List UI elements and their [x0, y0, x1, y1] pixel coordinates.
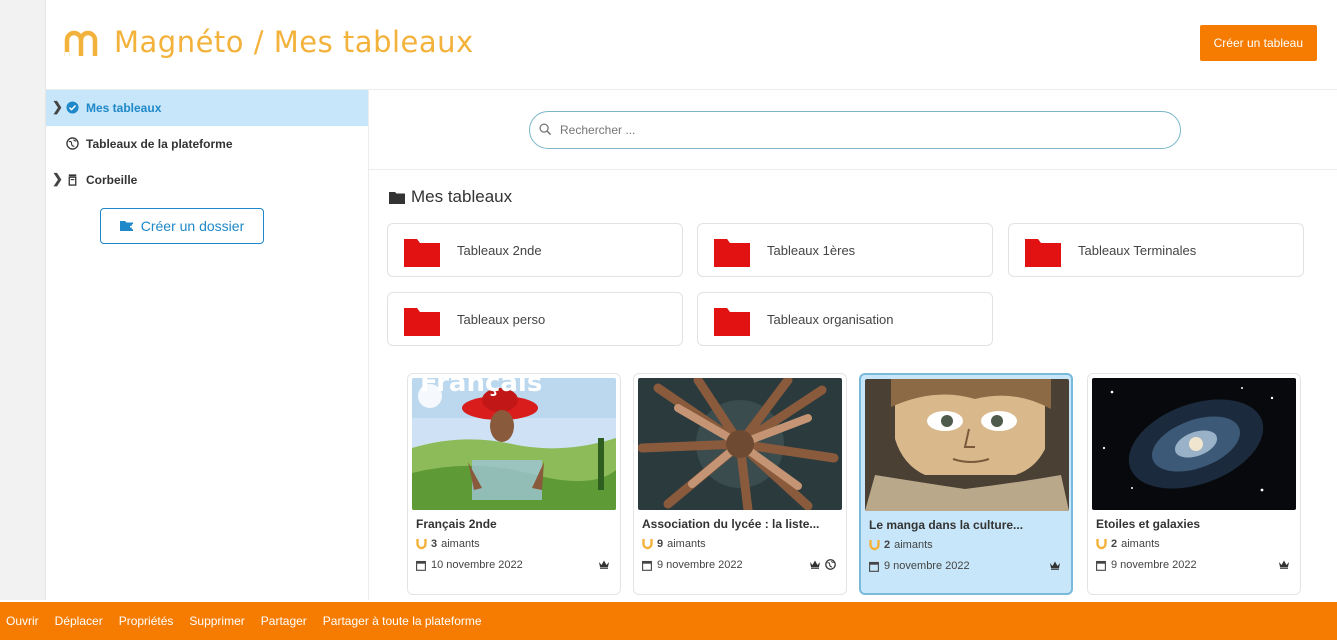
- folder-card[interactable]: Tableaux Terminales: [1008, 223, 1304, 277]
- magnet-label: aimants: [667, 538, 706, 550]
- board-magnets: 3 aimants: [416, 538, 480, 550]
- board-date: 10 novembre 2022: [416, 559, 523, 571]
- folder-icon: [404, 308, 440, 336]
- board-date: 9 novembre 2022: [869, 560, 970, 572]
- create-folder-button[interactable]: Créer un dossier: [100, 208, 264, 244]
- magnet-icon: [416, 539, 427, 550]
- trash-icon: [68, 174, 77, 186]
- globe-icon: [66, 137, 79, 150]
- crown-icon: [1050, 561, 1060, 570]
- app-window: Magnéto / Mes tableaux Créer un tableau …: [46, 0, 1337, 600]
- magnet-icon: [869, 540, 880, 551]
- search-area: [369, 90, 1337, 170]
- folder-label: Tableaux 1ères: [767, 243, 856, 258]
- chevron-right-icon[interactable]: ❯: [52, 171, 63, 187]
- sidebar-item-tableaux-plateforme[interactable]: Tableaux de la plateforme: [46, 126, 368, 162]
- folder-icon: [714, 239, 750, 267]
- page-title: Magnéto / Mes tableaux: [114, 25, 474, 59]
- magnet-icon: [1096, 539, 1107, 550]
- globe-icon: [825, 559, 836, 570]
- board-icons: [809, 559, 836, 570]
- folder-card[interactable]: Tableaux organisation: [697, 292, 993, 346]
- magnet-count: 9: [657, 538, 664, 550]
- folder-card[interactable]: Tableaux perso: [387, 292, 683, 346]
- action-properties[interactable]: Propriétés: [119, 614, 174, 628]
- board-magnets: 2 aimants: [1096, 538, 1160, 550]
- magnet-label: aimants: [1121, 538, 1160, 550]
- calendar-icon: [869, 561, 879, 572]
- left-edge-strip: [0, 0, 46, 600]
- header: Magnéto / Mes tableaux Créer un tableau: [46, 0, 1337, 90]
- sidebar-item-corbeille[interactable]: ❯ Corbeille: [46, 162, 368, 198]
- board-thumbnail: [1092, 378, 1296, 510]
- folder-label: Tableaux Terminales: [1078, 243, 1197, 258]
- folder-icon: [404, 239, 440, 267]
- action-move[interactable]: Déplacer: [55, 614, 103, 628]
- section-title-text: Mes tableaux: [411, 187, 513, 206]
- folder-icon: [389, 191, 405, 204]
- calendar-icon: [1096, 560, 1106, 571]
- board-card[interactable]: Etoiles et galaxies 2 aimants 9 novembre…: [1087, 373, 1301, 595]
- board-card[interactable]: Français Français 2nde 3 aimants 10 nove…: [407, 373, 621, 595]
- calendar-icon: [416, 560, 426, 571]
- chevron-right-icon[interactable]: ❯: [52, 99, 63, 115]
- board-thumbnail: [638, 378, 842, 510]
- board-card-selected[interactable]: Le manga dans la culture... 2 aimants 9 …: [859, 373, 1073, 595]
- board-title: Association du lycée : la liste...: [642, 517, 820, 531]
- board-icons: [1278, 559, 1290, 569]
- calendar-icon: [642, 560, 652, 571]
- board-title: Le manga dans la culture...: [869, 518, 1024, 532]
- action-share[interactable]: Partager: [261, 614, 307, 628]
- section-title: Mes tableaux: [389, 187, 512, 207]
- board-date-text: 9 novembre 2022: [884, 560, 970, 572]
- sidebar-item-mes-tableaux[interactable]: ❯ Mes tableaux: [46, 90, 368, 126]
- board-thumbnail: [865, 379, 1069, 511]
- board-magnets: 9 aimants: [642, 538, 706, 550]
- board-magnets: 2 aimants: [869, 539, 933, 551]
- folder-card[interactable]: Tableaux 2nde: [387, 223, 683, 277]
- sidebar-item-label: Corbeille: [86, 173, 138, 187]
- board-date: 9 novembre 2022: [1096, 559, 1197, 571]
- board-title: Etoiles et galaxies: [1096, 517, 1201, 531]
- folder-icon: [1025, 239, 1061, 267]
- board-date: 9 novembre 2022: [642, 559, 743, 571]
- board-date-text: 9 novembre 2022: [657, 559, 743, 571]
- action-delete[interactable]: Supprimer: [189, 614, 244, 628]
- create-folder-label: Créer un dossier: [140, 218, 245, 234]
- magnet-count: 3: [431, 538, 438, 550]
- sidebar: ❯ Mes tableaux Tableaux de la plateforme…: [46, 90, 369, 600]
- crown-icon: [810, 560, 820, 569]
- board-date-text: 9 novembre 2022: [1111, 559, 1197, 571]
- folder-label: Tableaux organisation: [767, 312, 894, 327]
- action-share-platform[interactable]: Partager à toute la plateforme: [323, 614, 482, 628]
- magnet-label: aimants: [894, 539, 933, 551]
- action-bar: Ouvrir Déplacer Propriétés Supprimer Par…: [0, 602, 1337, 640]
- thumbnail-cover-text: Français: [420, 373, 543, 398]
- check-circle-icon: [66, 101, 79, 114]
- folder-label: Tableaux perso: [457, 312, 546, 327]
- crown-icon: [1279, 560, 1289, 569]
- folder-plus-icon: [119, 221, 135, 231]
- magnet-count: 2: [1111, 538, 1118, 550]
- board-icons: [598, 559, 610, 569]
- sidebar-item-label: Tableaux de la plateforme: [86, 137, 233, 151]
- magnet-label: aimants: [441, 538, 480, 550]
- main-content: Mes tableaux Tableaux 2nde Tableaux 1ère…: [369, 90, 1337, 600]
- magnet-icon: [642, 539, 653, 550]
- search-input[interactable]: [529, 111, 1181, 149]
- board-date-text: 10 novembre 2022: [431, 559, 523, 571]
- folder-label: Tableaux 2nde: [457, 243, 542, 258]
- board-title: Français 2nde: [416, 517, 497, 531]
- search-icon: [539, 123, 552, 136]
- magnet-count: 2: [884, 539, 891, 551]
- crown-icon: [599, 560, 609, 569]
- board-card[interactable]: Association du lycée : la liste... 9 aim…: [633, 373, 847, 595]
- folder-icon: [714, 308, 750, 336]
- board-icons: [1049, 560, 1061, 570]
- sidebar-item-label: Mes tableaux: [86, 101, 162, 115]
- magneto-logo-icon: [64, 30, 98, 56]
- action-open[interactable]: Ouvrir: [6, 614, 39, 628]
- create-board-button[interactable]: Créer un tableau: [1199, 25, 1317, 61]
- folder-card[interactable]: Tableaux 1ères: [697, 223, 993, 277]
